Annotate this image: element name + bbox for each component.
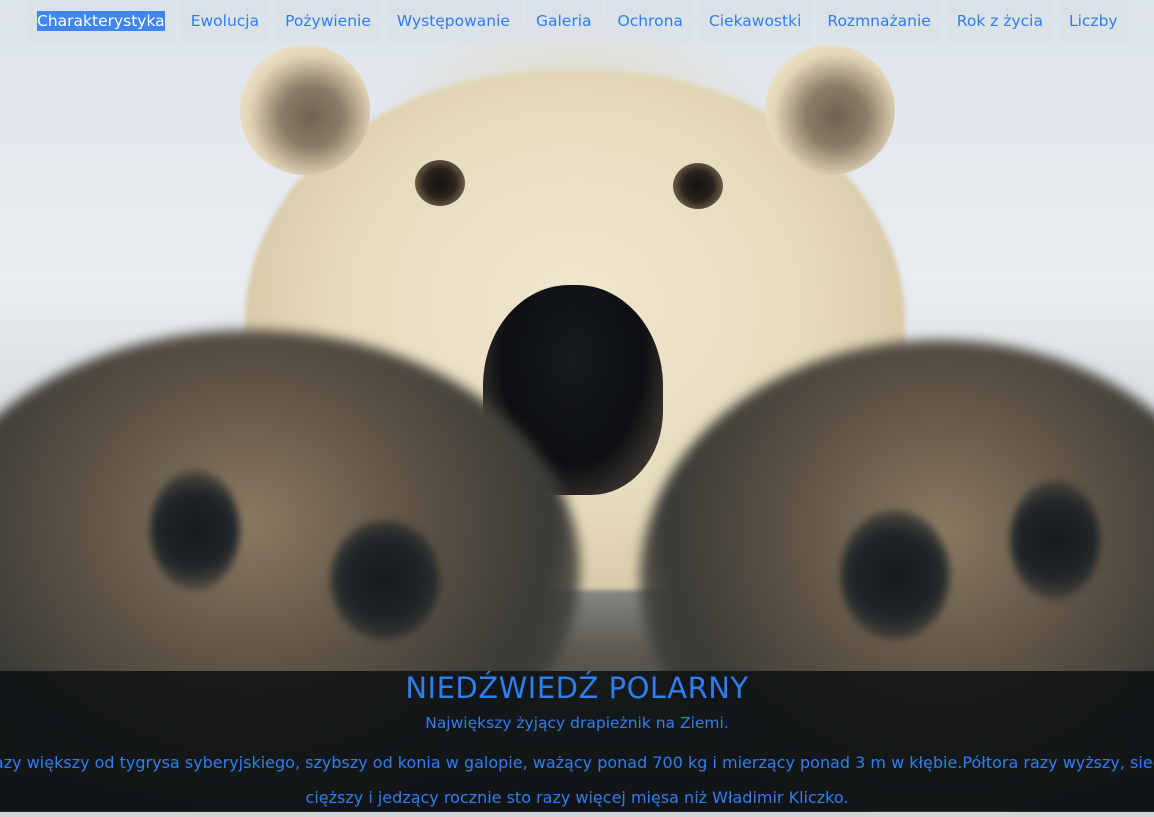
nav-item-label: Ochrona [617,12,683,30]
bear-eye-left [415,160,465,206]
nav-item-rok-z-zycia[interactable]: Rok z życia [945,0,1054,42]
nav-item-label: Galeria [535,12,592,30]
paw-pad [330,520,440,640]
page-description: Półtora razy większy od tygrysa syberyjs… [0,745,1154,811]
nav-item-label: Rozmnażanie [827,12,931,30]
nav-item-label: Pożywienie [285,12,371,30]
nav-item-label: Charakterystyka [37,11,165,31]
nav-item-rozmnazanie[interactable]: Rozmnażanie [816,0,942,42]
nav-item-ewolucja[interactable]: Ewolucja [179,0,271,42]
description-line-1: Półtora razy większy od tygrysa syberyjs… [0,753,1154,772]
nav-item-label: Rok z życia [956,12,1043,30]
paw-pad [1010,480,1100,600]
bear-ear-right [765,45,895,175]
nav-item-label: Liczby [1068,12,1118,30]
nav-item-label: Ciekawostki [708,12,802,30]
bottom-divider [0,812,1154,817]
nav-item-liczby[interactable]: Liczby [1057,0,1129,42]
paw-pad [840,510,950,640]
paw-pad [150,470,240,590]
nav-item-galeria[interactable]: Galeria [524,0,603,42]
nav-item-label: Występowanie [396,12,510,30]
description-line-2: cięższy i jedzący rocznie sto razy więce… [305,788,849,807]
nav-item-pozywienie[interactable]: Pożywienie [274,0,382,42]
bear-eye-right [673,163,723,209]
hero-caption: NIEDŹWIEDŹ POLARNY Największy żyjący dra… [0,671,1154,811]
nav-item-ochrona[interactable]: Ochrona [606,0,694,42]
nav-item-label: Ewolucja [190,12,260,30]
nav-item-wystepowanie[interactable]: Występowanie [385,0,521,42]
nav-item-ciekawostki[interactable]: Ciekawostki [697,0,813,42]
main-navigation: Charakterystyka Ewolucja Pożywienie Wyst… [26,0,1129,42]
nav-item-charakterystyka[interactable]: Charakterystyka [26,0,176,42]
bear-ear-left [240,45,370,175]
page-title: NIEDŹWIEDŹ POLARNY [405,671,749,705]
page-subtitle: Największy żyjący drapieżnik na Ziemi. [425,714,729,732]
